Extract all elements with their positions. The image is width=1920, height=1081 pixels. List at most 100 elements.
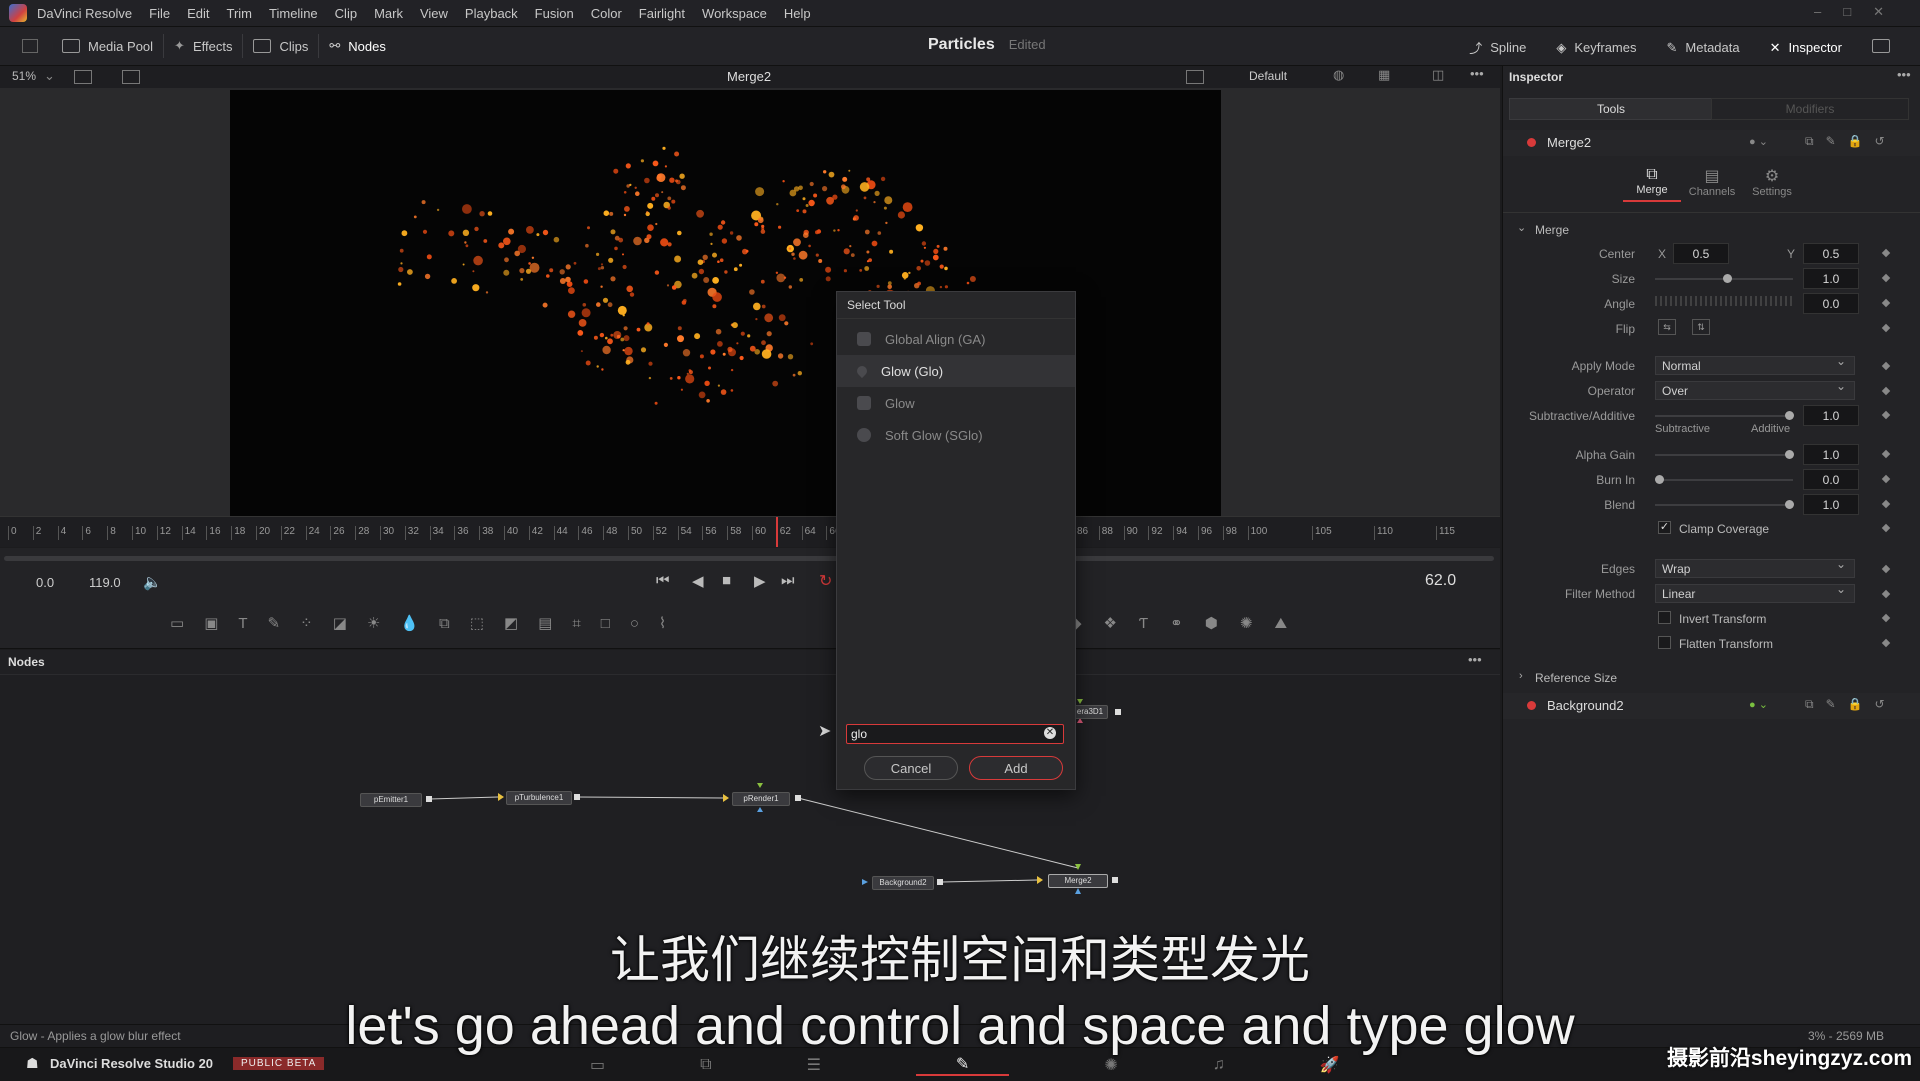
- deliver-page-icon[interactable]: 🚀: [1320, 1055, 1340, 1075]
- view-mode-icon[interactable]: [1186, 70, 1204, 84]
- node-output-port[interactable]: [574, 794, 580, 800]
- media-pool-button[interactable]: Media Pool: [62, 39, 153, 54]
- fullscreen-icon[interactable]: [1872, 39, 1890, 53]
- invert-transform-checkbox[interactable]: [1658, 611, 1671, 624]
- menu-timeline[interactable]: Timeline: [269, 6, 318, 21]
- timeline-scrubber[interactable]: [4, 556, 1494, 561]
- tool-item-glow[interactable]: Glow: [837, 387, 1075, 419]
- subadd-field[interactable]: 1.0: [1803, 405, 1859, 426]
- node-version-icon[interactable]: ● ⌄: [1749, 698, 1768, 711]
- menu-file[interactable]: File: [149, 6, 170, 21]
- center-y-field[interactable]: 0.5: [1803, 243, 1859, 264]
- node-pemitter[interactable]: pEmitter1: [360, 793, 422, 807]
- metadata-button[interactable]: ✎ Metadata: [1667, 38, 1740, 57]
- node-output-port[interactable]: [795, 795, 801, 801]
- transform-tool-icon[interactable]: ⬚: [470, 614, 484, 632]
- node-version-icon[interactable]: ● ⌄: [1749, 135, 1768, 148]
- size-field[interactable]: 1.0: [1803, 268, 1859, 289]
- effects-button[interactable]: ✦ Effects: [174, 38, 232, 54]
- 3d-renderer-icon[interactable]: ⛰: [1274, 615, 1287, 632]
- size-slider[interactable]: [1655, 274, 1793, 283]
- viewer-options-icon[interactable]: •••: [1470, 66, 1484, 81]
- tool-item-global-align[interactable]: Global Align (GA): [837, 323, 1075, 355]
- playhead[interactable]: [776, 517, 778, 547]
- subadd-keyframe-icon[interactable]: [1881, 410, 1891, 420]
- menu-edit[interactable]: Edit: [187, 6, 209, 21]
- operator-keyframe-icon[interactable]: [1881, 386, 1891, 396]
- tool-search-input[interactable]: glo ✕: [846, 724, 1064, 744]
- menu-clip[interactable]: Clip: [335, 6, 357, 21]
- media-page-icon[interactable]: ▭: [590, 1055, 605, 1075]
- node-output-port[interactable]: [937, 879, 943, 885]
- node-merge2[interactable]: Merge2: [1048, 874, 1108, 888]
- text-tool-icon[interactable]: T: [238, 615, 247, 632]
- alpha-gain-keyframe-icon[interactable]: [1881, 449, 1891, 459]
- color-corrector-icon[interactable]: ◪: [333, 614, 347, 632]
- particles-tool-icon[interactable]: ⁘: [300, 614, 313, 632]
- menu-fusion[interactable]: Fusion: [535, 6, 574, 21]
- 3d-text-icon[interactable]: Ƭ: [1139, 615, 1148, 632]
- lut-selector[interactable]: Default: [1249, 69, 1287, 83]
- node-header-merge2[interactable]: Merge2 ● ⌄ ⧉✎🔒↺: [1503, 130, 1920, 156]
- menu-fairlight[interactable]: Fairlight: [639, 6, 685, 21]
- node-output-port[interactable]: [1115, 709, 1121, 715]
- current-frame[interactable]: 62.0: [1425, 572, 1456, 590]
- time-ruler[interactable]: 0 2 4 6 8 10 12 14 16 18 20 22 24 26 28 30 32 34 36 38 40 42 4…: [0, 516, 1500, 547]
- inspector-options-icon[interactable]: •••: [1897, 67, 1911, 82]
- clips-button[interactable]: Clips: [253, 39, 308, 54]
- alpha-gain-slider[interactable]: [1655, 450, 1794, 459]
- section-merge[interactable]: Merge: [1535, 223, 1569, 237]
- blend-keyframe-icon[interactable]: [1881, 499, 1891, 509]
- cut-page-icon[interactable]: ⧉: [700, 1056, 711, 1074]
- split-view-icon[interactable]: ◫: [1432, 67, 1444, 83]
- start-frame[interactable]: 0.0: [36, 575, 54, 590]
- 3d-light-icon[interactable]: ✺: [1240, 614, 1253, 632]
- ellipse-mask-icon[interactable]: ○: [630, 615, 639, 632]
- fusion-page-icon[interactable]: ✎: [915, 1054, 1010, 1076]
- flatten-keyframe-icon[interactable]: [1881, 638, 1891, 648]
- reference-size-section[interactable]: Reference Size: [1535, 671, 1617, 685]
- color-page-icon[interactable]: ✺: [1104, 1055, 1117, 1075]
- brightness-tool-icon[interactable]: ☀: [367, 614, 380, 632]
- color-picker-icon[interactable]: ◍: [1333, 67, 1344, 83]
- zoom-level[interactable]: 51%: [12, 69, 36, 83]
- tab-modifiers[interactable]: Modifiers: [1711, 98, 1909, 120]
- flip-vertical-icon[interactable]: ⇅: [1692, 319, 1710, 335]
- add-button[interactable]: Add: [969, 756, 1063, 780]
- reference-size-chevron-icon[interactable]: ›: [1519, 670, 1523, 682]
- grid-icon[interactable]: ▦: [1378, 67, 1390, 83]
- menu-help[interactable]: Help: [784, 6, 811, 21]
- keyframes-button[interactable]: ◈ Keyframes: [1556, 38, 1636, 57]
- node-background2[interactable]: Background2: [872, 876, 934, 890]
- channel-tool-icon[interactable]: ▤: [538, 614, 552, 632]
- angle-keyframe-icon[interactable]: [1881, 298, 1891, 308]
- clamp-keyframe-icon[interactable]: [1881, 523, 1891, 533]
- tool-item-soft-glow[interactable]: Soft Glow (SGlo): [837, 419, 1075, 451]
- invert-keyframe-icon[interactable]: [1881, 613, 1891, 623]
- node-prender[interactable]: pRender1: [732, 792, 790, 806]
- menu-color[interactable]: Color: [591, 6, 622, 21]
- nodes-button[interactable]: ⚯ Nodes: [329, 38, 385, 54]
- node-output-port[interactable]: [426, 796, 432, 802]
- node-header-icons[interactable]: ⧉✎🔒↺: [1805, 697, 1897, 712]
- spline-button[interactable]: ⤴ Spline: [1469, 38, 1526, 57]
- subtab-merge[interactable]: ⧉ Merge: [1623, 166, 1681, 202]
- paint-tool-icon[interactable]: ✎: [268, 614, 281, 632]
- menu-playback[interactable]: Playback: [465, 6, 518, 21]
- fairlight-page-icon[interactable]: ♫: [1213, 1056, 1225, 1074]
- loop-icon[interactable]: ↻: [819, 571, 832, 591]
- tab-tools[interactable]: Tools: [1509, 98, 1713, 120]
- node-header-icons[interactable]: ⧉✎🔒↺: [1805, 134, 1897, 149]
- blend-field[interactable]: 1.0: [1803, 494, 1859, 515]
- roi-icon[interactable]: [122, 70, 140, 84]
- flip-keyframe-icon[interactable]: [1881, 323, 1891, 333]
- operator-dropdown[interactable]: Over: [1655, 379, 1855, 400]
- go-to-end-icon[interactable]: ⏭: [781, 572, 795, 589]
- edges-keyframe-icon[interactable]: [1881, 564, 1891, 574]
- cancel-button[interactable]: Cancel: [864, 756, 958, 780]
- node-color-icon[interactable]: [1527, 138, 1536, 147]
- edges-dropdown[interactable]: Wrap: [1655, 557, 1855, 578]
- 3d-camera-icon[interactable]: ⬢: [1205, 614, 1218, 632]
- node-camera3d[interactable]: era3D1: [1072, 705, 1108, 719]
- 3d-image-icon[interactable]: ❖: [1104, 614, 1117, 632]
